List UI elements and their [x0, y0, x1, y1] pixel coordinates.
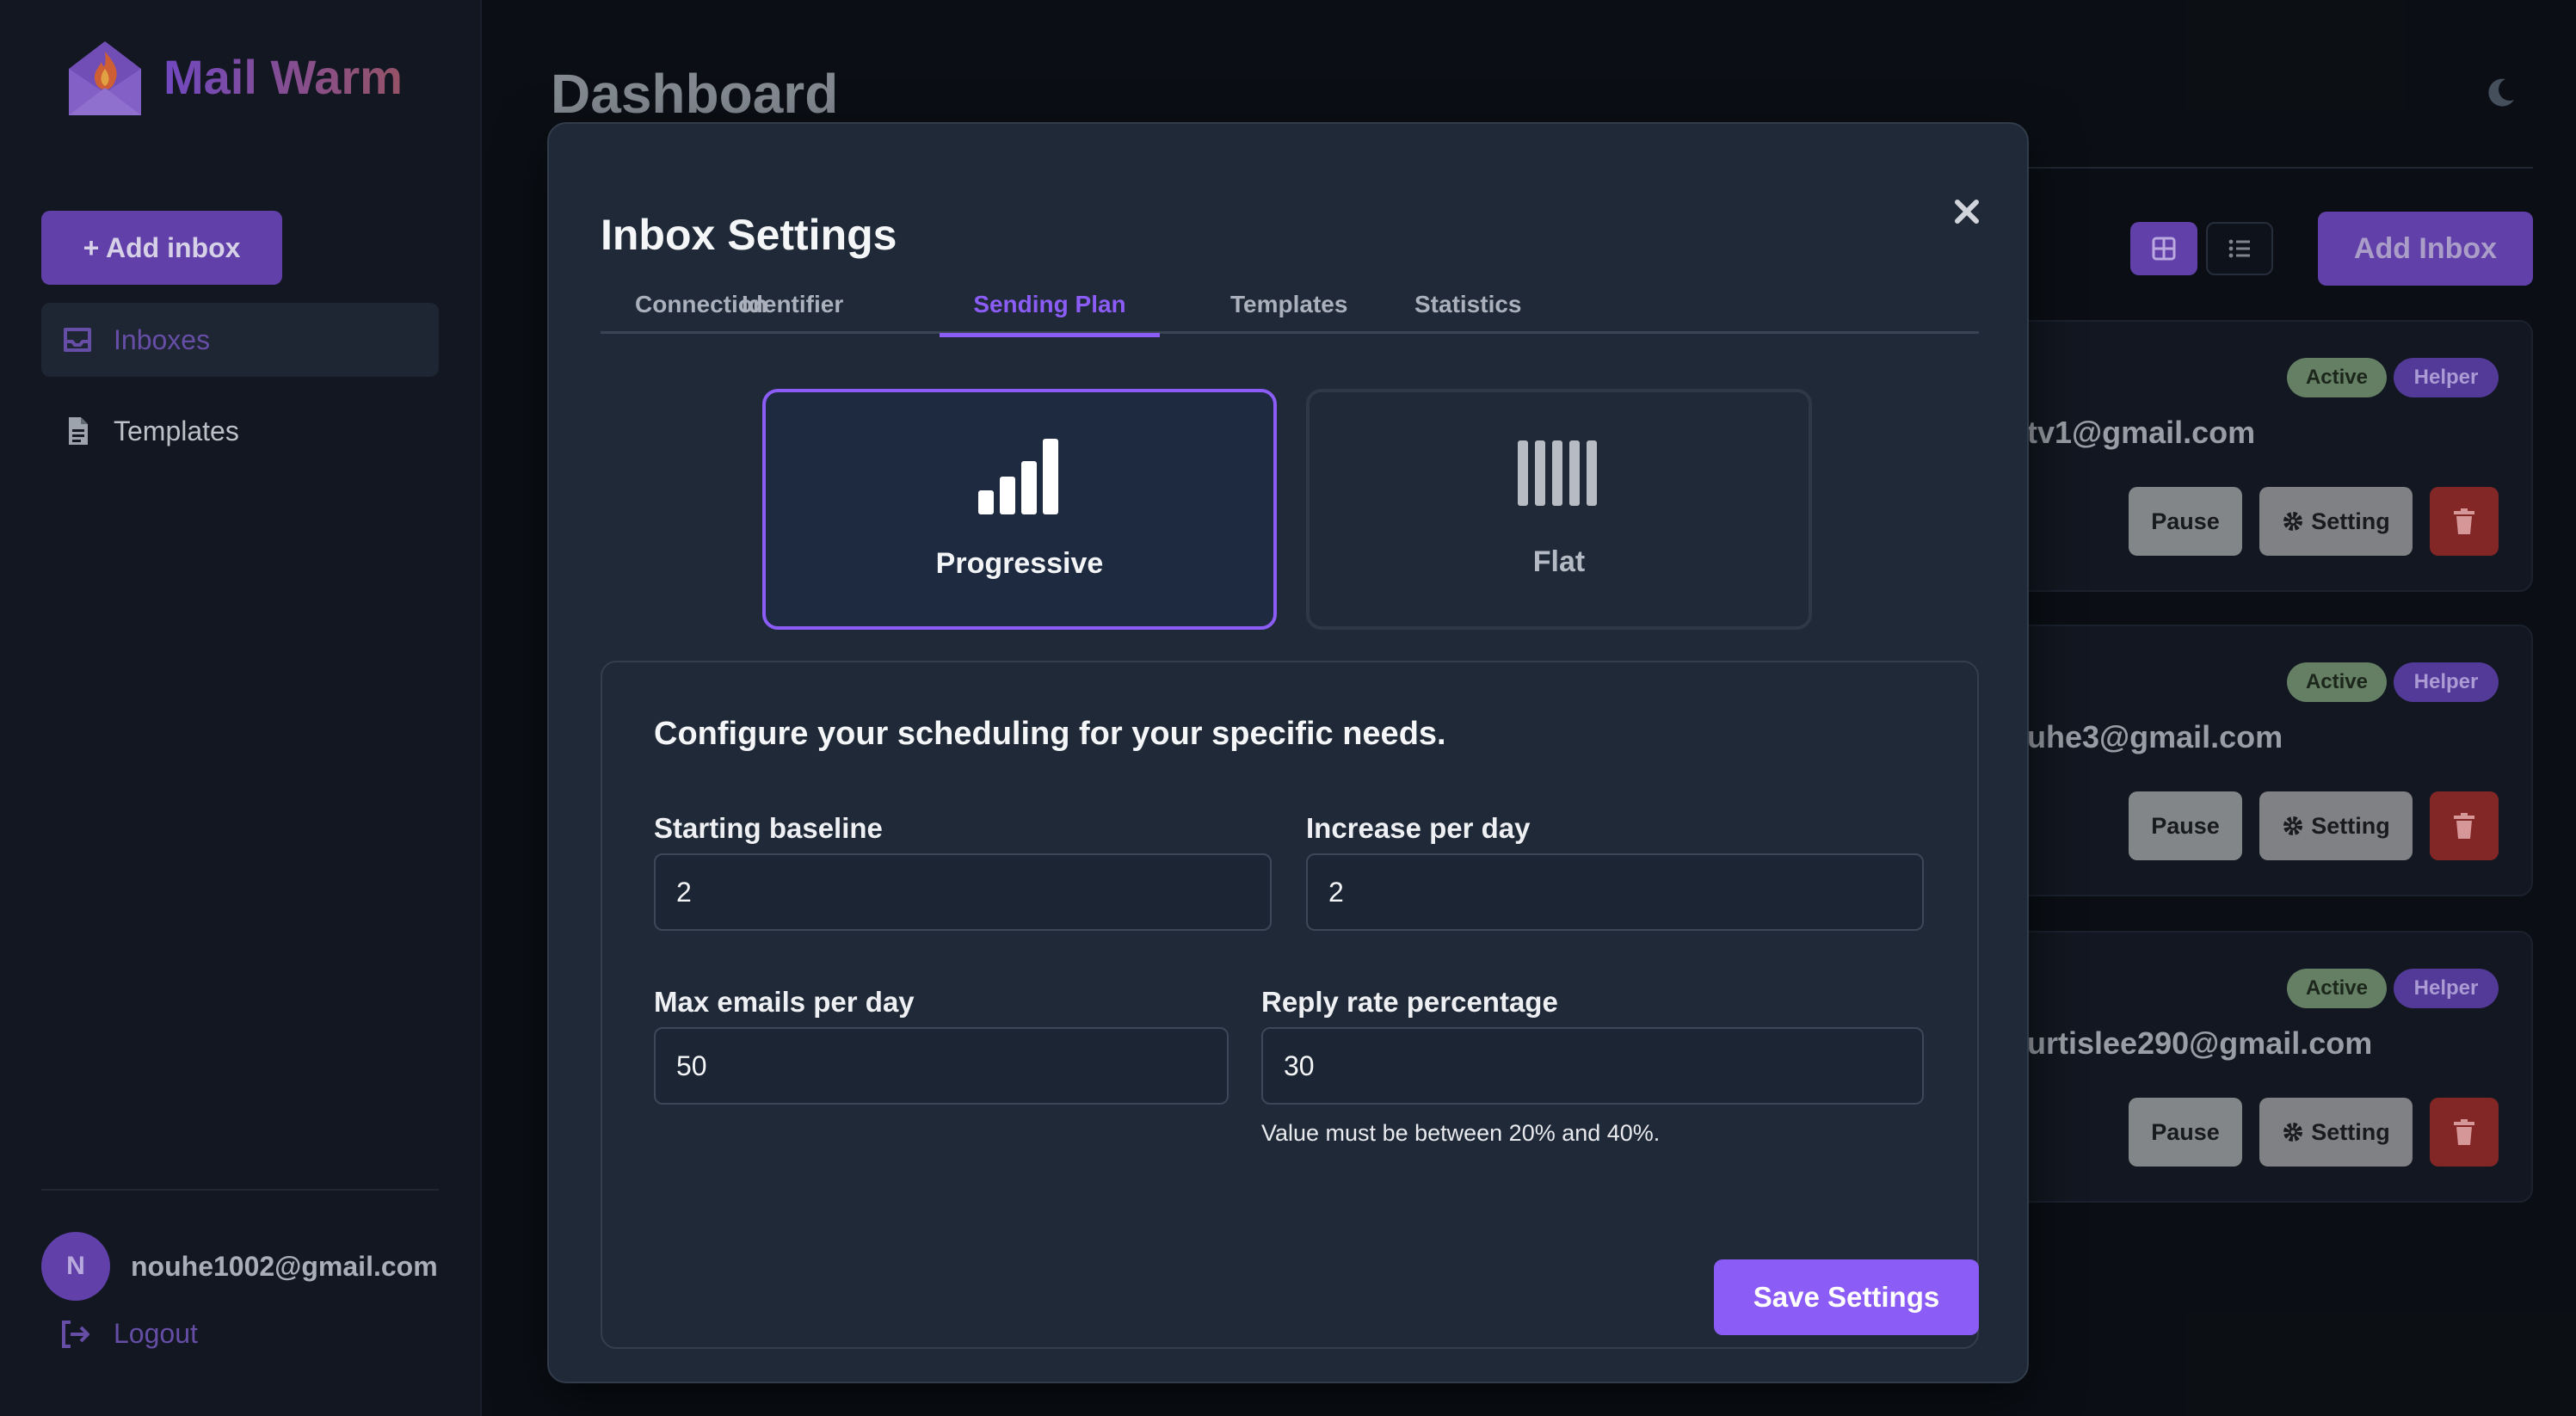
plan-label: Progressive — [935, 547, 1104, 580]
plan-label: Flat — [1532, 545, 1586, 578]
reply-rate-input[interactable] — [1261, 1027, 1924, 1105]
config-heading: Configure your scheduling for your speci… — [654, 716, 1446, 752]
schedule-config-panel: Configure your scheduling for your speci… — [601, 661, 1979, 1349]
close-icon — [1955, 200, 1979, 224]
starting-baseline-label: Starting baseline — [654, 812, 883, 844]
reply-rate-label: Reply rate percentage — [1261, 986, 1558, 1018]
modal-title: Inbox Settings — [601, 211, 897, 259]
save-settings-button[interactable]: Save Settings — [1714, 1259, 1979, 1335]
plan-option-flat[interactable]: Flat — [1306, 389, 1812, 630]
inbox-settings-modal: Inbox Settings Connection Identifier Sen… — [547, 122, 2029, 1383]
starting-baseline-input[interactable] — [654, 853, 1272, 931]
tab-sending-plan[interactable]: Sending Plan — [940, 291, 1160, 337]
tab-identifier[interactable]: Identifier — [742, 291, 843, 337]
flat-bars-icon — [1518, 440, 1597, 506]
reply-rate-hint: Value must be between 20% and 40%. — [1261, 1120, 1661, 1146]
settings-tabs: Connection Identifier Sending Plan Templ… — [601, 286, 1979, 337]
max-emails-input[interactable] — [654, 1027, 1229, 1105]
tab-templates[interactable]: Templates — [1230, 291, 1347, 337]
progressive-bars-icon — [978, 439, 1058, 514]
plan-option-progressive[interactable]: Progressive — [762, 389, 1277, 630]
tab-statistics[interactable]: Statistics — [1414, 291, 1522, 337]
increase-per-day-input[interactable] — [1306, 853, 1924, 931]
close-button[interactable] — [1944, 189, 1989, 234]
max-emails-label: Max emails per day — [654, 986, 915, 1018]
increase-per-day-label: Increase per day — [1306, 812, 1531, 844]
